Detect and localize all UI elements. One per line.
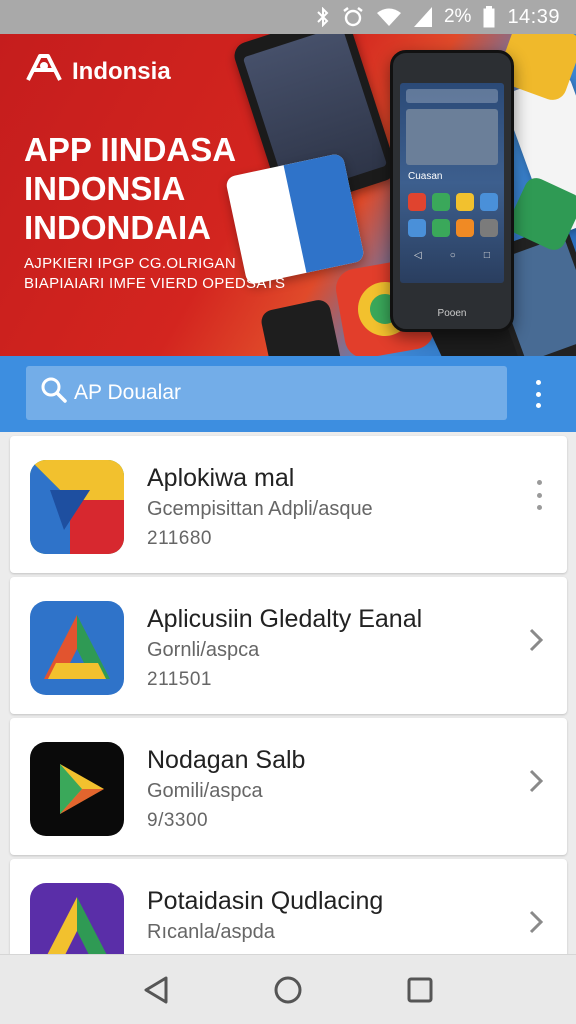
- headline-line: INDONDAIA: [24, 209, 211, 246]
- search-input[interactable]: [74, 381, 474, 405]
- app-icon: [30, 883, 124, 954]
- alarm-icon: [342, 6, 364, 28]
- app-title: Potaidasin Qudlacing: [147, 887, 384, 915]
- headline-line: INDONSIA: [24, 170, 186, 207]
- search-icon: [40, 376, 68, 410]
- list-item[interactable]: Potaidasin Qudlacing Rıcanla/aspda: [10, 859, 567, 954]
- promo-banner[interactable]: Indonsia APP IINDASA INDONSIA INDONDAIA …: [0, 34, 576, 356]
- app-icon: [30, 742, 124, 836]
- phone-map-widget: [406, 109, 498, 165]
- back-icon[interactable]: [136, 970, 176, 1010]
- app-number: 211680: [147, 528, 212, 549]
- list-item[interactable]: Nodagan Salb Gomili/aspca 9/3300: [10, 718, 567, 855]
- app-number: 9/3300: [147, 810, 209, 831]
- search-strip: [0, 356, 576, 432]
- system-nav-bar: [0, 954, 576, 1024]
- bluetooth-off-icon: [316, 7, 330, 27]
- home-icon[interactable]: [268, 970, 308, 1010]
- app-number: 211501: [147, 669, 212, 690]
- brand-logo: Indonsia: [24, 52, 171, 91]
- wifi-icon: [376, 7, 402, 27]
- phone-header-text: Cuasan: [408, 171, 443, 182]
- list-item[interactable]: Aplokiwa mal Gcempisittan Adpli/asque 21…: [10, 436, 567, 573]
- chevron-right-icon[interactable]: [528, 909, 544, 940]
- banner-featured-phone: Cuasan ◁ ○ □ Pooen: [390, 50, 514, 332]
- chevron-right-icon[interactable]: [528, 768, 544, 799]
- app-icon: [30, 601, 124, 695]
- app-list: Aplokiwa mal Gcempisittan Adpli/asque 21…: [0, 432, 576, 954]
- signal-icon: [413, 7, 432, 27]
- status-bar: 2% 14:39: [0, 0, 576, 34]
- battery-percent: 2%: [443, 6, 472, 27]
- overflow-menu-button[interactable]: [528, 376, 548, 412]
- battery-icon: [483, 6, 495, 28]
- search-box[interactable]: [26, 366, 507, 420]
- brand-name: Indonsia: [72, 57, 171, 85]
- brand-mark-icon: [24, 52, 64, 91]
- phone-screen: Cuasan ◁ ○ □: [400, 83, 504, 283]
- app-subtitle: Gcempisittan Adpli/asque: [147, 498, 373, 520]
- app-subtitle: Rıcanla/aspda: [147, 921, 275, 943]
- item-more-button[interactable]: [534, 480, 544, 510]
- phone-nav-keys: ◁ ○ □: [414, 250, 490, 261]
- phone-app-grid: [408, 193, 498, 237]
- app-title: Aplicusiin Gledalty Eanal: [147, 605, 423, 633]
- app-title: Nodagan Salb: [147, 746, 306, 774]
- app-title: Aplokiwa mal: [147, 464, 295, 492]
- tagline-line: BIAPIAIARI IMFE VIERD OPEDSATS: [24, 275, 286, 292]
- headline-line: APP IINDASA: [24, 131, 237, 168]
- clock: 14:39: [507, 5, 560, 28]
- banner-headline: APP IINDASA INDONSIA INDONDAIA: [24, 130, 236, 247]
- app-subtitle: Gornli/aspca: [147, 639, 260, 661]
- app-subtitle: Gomili/aspca: [147, 780, 263, 802]
- tagline-line: AJPKIERI IPGP CG.OLRIGAN: [24, 255, 236, 272]
- app-icon: [30, 460, 124, 554]
- phone-search-bar: [406, 89, 498, 103]
- phone-brand: Pooen: [437, 308, 467, 319]
- recents-icon[interactable]: [400, 970, 440, 1010]
- list-item[interactable]: Aplicusiin Gledalty Eanal Gornli/aspca 2…: [10, 577, 567, 714]
- banner-phone-decoration: [259, 297, 351, 356]
- banner-tagline: AJPKIERI IPGP CG.OLRIGAN BIAPIAIARI IMFE…: [24, 254, 285, 294]
- chevron-right-icon[interactable]: [528, 627, 544, 658]
